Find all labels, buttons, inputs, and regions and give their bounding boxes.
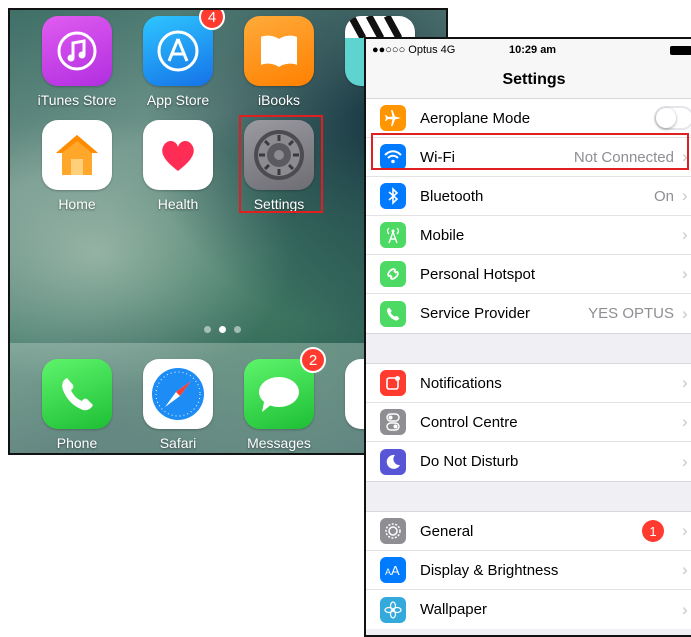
chevron-right-icon: ›: [682, 264, 688, 283]
app-label: iTunes Store: [37, 92, 117, 108]
row-label: Mobile: [420, 226, 465, 244]
chevron-right-icon: ›: [682, 560, 688, 579]
safari-compass-icon: [143, 359, 213, 429]
app-label: Health: [157, 196, 199, 212]
page-dot: [234, 326, 241, 333]
chevron-right-icon: ›: [682, 303, 688, 323]
app-label: App Store: [146, 92, 210, 108]
nav-bar: Settings: [366, 61, 691, 99]
row-control-centre[interactable]: Control Centre ›: [366, 403, 691, 442]
settings-group-notifications: Notifications › Control Centre › Do Not …: [366, 364, 691, 481]
carrier-signal: ●●○○○ Optus 4G: [372, 44, 456, 56]
settings-group-general: General 1 › AA Display & Brightness › Wa…: [366, 512, 691, 629]
section-gap: [366, 481, 691, 512]
app-phone[interactable]: Phone: [32, 359, 122, 451]
row-label: Bluetooth: [420, 187, 484, 205]
row-do-not-disturb[interactable]: Do Not Disturb ›: [366, 442, 691, 481]
row-general[interactable]: General 1 ›: [366, 512, 691, 551]
row-value: YES OPTUS: [588, 305, 674, 322]
antenna-icon: [380, 222, 406, 248]
app-label: iBooks: [257, 92, 301, 108]
row-wallpaper[interactable]: Wallpaper ›: [366, 590, 691, 629]
chevron-right-icon: ›: [682, 225, 688, 244]
settings-screen: ●●○○○ Optus 4G 10:29 am Settings Aeropla…: [364, 37, 691, 637]
chevron-right-icon: ›: [682, 521, 688, 540]
page-dot: [204, 326, 211, 333]
itunes-store-icon: [42, 16, 112, 86]
phone-icon: [42, 359, 112, 429]
gear-icon: [380, 518, 406, 544]
chevron-right-icon: ›: [682, 412, 688, 431]
battery-icon: [670, 46, 691, 55]
app-ibooks[interactable]: iBooks: [234, 16, 324, 108]
row-personal-hotspot[interactable]: Personal Hotspot ›: [366, 255, 691, 294]
notifications-icon: [380, 370, 406, 396]
app-label: Messages: [247, 435, 311, 451]
app-itunes-store[interactable]: iTunes Store: [32, 16, 122, 108]
aeroplane-mode-toggle[interactable]: [654, 106, 691, 130]
app-store-icon: 4: [143, 10, 225, 86]
general-update-badge: 1: [642, 520, 664, 542]
app-app-store[interactable]: 4 App Store: [133, 10, 225, 108]
moon-icon: [380, 448, 406, 475]
row-label: Aeroplane Mode: [420, 109, 531, 127]
row-label: Do Not Disturb: [420, 453, 519, 470]
row-label: Display & Brightness: [420, 561, 559, 579]
section-gap: [366, 333, 691, 364]
home-app-icon: [42, 120, 112, 190]
row-service-provider[interactable]: Service Provider YES OPTUS ›: [366, 294, 691, 333]
settings-highlight-box: [239, 115, 323, 213]
app-store-badge: 4: [199, 10, 225, 30]
chevron-right-icon: ›: [682, 599, 688, 619]
page-title: Settings: [502, 70, 566, 88]
chevron-right-icon: ›: [682, 186, 688, 205]
row-label: Personal Hotspot: [420, 265, 536, 283]
airplane-icon: [380, 105, 406, 131]
row-label: Control Centre: [420, 413, 518, 431]
status-bar: ●●○○○ Optus 4G 10:29 am: [366, 39, 691, 61]
app-label: Home: [58, 196, 96, 212]
app-label: Safari: [159, 435, 197, 451]
wifi-highlight-box: [371, 133, 689, 170]
status-time: 10:29 am: [509, 44, 557, 56]
health-icon: [143, 120, 213, 190]
row-label: Service Provider: [420, 305, 531, 322]
row-label: Wallpaper: [420, 601, 487, 618]
phone-icon: [380, 300, 406, 327]
app-messages[interactable]: 2 Messages: [234, 347, 326, 451]
page-dot-active: [219, 326, 226, 333]
row-value: On: [653, 187, 674, 205]
chevron-right-icon: ›: [682, 451, 688, 471]
row-display-brightness[interactable]: AA Display & Brightness ›: [366, 551, 691, 590]
svg-text:A: A: [391, 563, 400, 577]
messages-icon: 2: [244, 347, 326, 429]
wallpaper-flower-icon: [380, 596, 406, 623]
control-centre-icon: [380, 409, 406, 435]
page-indicator: [204, 326, 241, 333]
hotspot-icon: [380, 261, 406, 287]
row-mobile[interactable]: Mobile ›: [366, 216, 691, 255]
row-label: General: [420, 522, 474, 540]
chevron-right-icon: ›: [682, 373, 688, 392]
bluetooth-icon: [380, 183, 406, 209]
row-notifications[interactable]: Notifications ›: [366, 364, 691, 403]
messages-badge: 2: [300, 347, 326, 373]
app-home[interactable]: Home: [32, 120, 122, 212]
display-icon: AA: [380, 557, 406, 583]
app-label: Phone: [56, 435, 98, 451]
row-bluetooth[interactable]: Bluetooth On ›: [366, 177, 691, 216]
app-health[interactable]: Health: [133, 120, 223, 212]
row-label: Notifications: [420, 374, 502, 392]
app-safari[interactable]: Safari: [133, 359, 223, 451]
ibooks-icon: [244, 16, 314, 86]
